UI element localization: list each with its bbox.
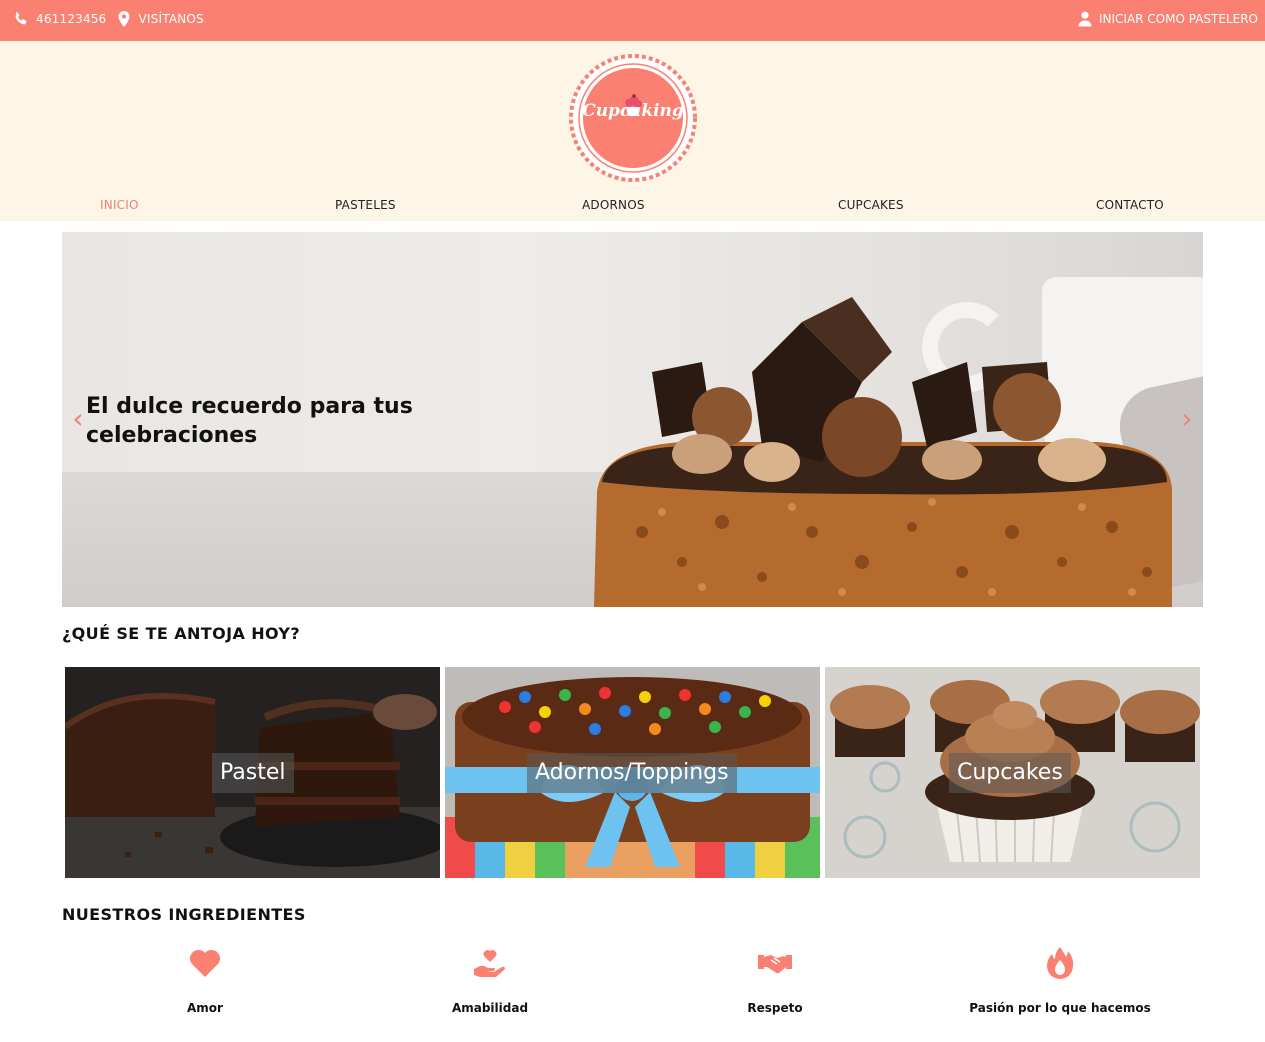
- ingredient-label: Respeto: [747, 1001, 803, 1015]
- heart-icon: [187, 945, 223, 981]
- brand-logo[interactable]: Cupcaking: [568, 53, 698, 183]
- visit-link[interactable]: VISÍTANOS: [139, 12, 204, 26]
- craving-section-title: ¿QUÉ SE TE ANTOJA HOY?: [62, 624, 301, 643]
- card-label-adornos: Adornos/Toppings: [527, 753, 737, 793]
- hero-caption: El dulce recuerdo para tus celebraciones: [86, 394, 413, 448]
- login-link[interactable]: INICIAR COMO PASTELERO: [1077, 10, 1258, 28]
- logo-text: Cupcaking: [582, 101, 684, 121]
- ingredient-amor: Amor: [105, 945, 305, 1015]
- phone-icon: [12, 10, 30, 28]
- nav-item-cupcakes[interactable]: CUPCAKES: [838, 198, 904, 212]
- ingredient-label: Amor: [187, 1001, 223, 1015]
- ingredients-section-title: NUESTROS INGREDIENTES: [62, 905, 306, 924]
- hero-carousel[interactable]: El dulce recuerdo para tus celebraciones…: [62, 232, 1203, 607]
- card-label-pastel: Pastel: [212, 753, 294, 793]
- chevron-left-icon: ‹: [72, 402, 84, 435]
- user-icon: [1077, 10, 1093, 28]
- handshake-icon: [757, 945, 793, 981]
- carousel-next-button[interactable]: ›: [1177, 404, 1197, 434]
- ingredient-respeto: Respeto: [675, 945, 875, 1015]
- card-label-cupcakes: Cupcakes: [949, 753, 1071, 793]
- fire-icon: [1042, 945, 1078, 981]
- site-header: Cupcaking INICIO PASTELES ADORNOS CUPCAK…: [0, 41, 1265, 221]
- hand-holding-heart-icon: [472, 945, 508, 981]
- ingredient-label: Pasión por lo que hacemos: [969, 1001, 1151, 1015]
- top-bar: 461123456 VISÍTANOS INICIAR COMO PASTELE…: [0, 0, 1265, 41]
- ingredient-pasion: Pasión por lo que hacemos: [960, 945, 1160, 1015]
- nav-item-pasteles[interactable]: PASTELES: [335, 198, 396, 212]
- ingredient-label: Amabilidad: [451, 1001, 529, 1015]
- category-card-cupcakes[interactable]: Cupcakes: [825, 667, 1200, 878]
- ingredient-amabilidad: Amabilidad: [390, 945, 590, 1015]
- main-nav: INICIO PASTELES ADORNOS CUPCAKES CONTACT…: [0, 198, 1265, 218]
- nav-item-adornos[interactable]: ADORNOS: [582, 198, 645, 212]
- chevron-right-icon: ›: [1181, 402, 1193, 435]
- nav-item-inicio[interactable]: INICIO: [100, 198, 139, 212]
- carousel-prev-button[interactable]: ‹: [68, 404, 88, 434]
- nav-item-contacto[interactable]: CONTACTO: [1096, 198, 1164, 212]
- category-card-adornos[interactable]: Adornos/Toppings: [445, 667, 820, 878]
- map-pin-icon: [115, 10, 133, 28]
- category-card-pastel[interactable]: Pastel: [65, 667, 440, 878]
- contact-info: 461123456 VISÍTANOS: [12, 10, 212, 28]
- login-label: INICIAR COMO PASTELERO: [1098, 12, 1258, 26]
- phone-number[interactable]: 461123456: [36, 12, 107, 26]
